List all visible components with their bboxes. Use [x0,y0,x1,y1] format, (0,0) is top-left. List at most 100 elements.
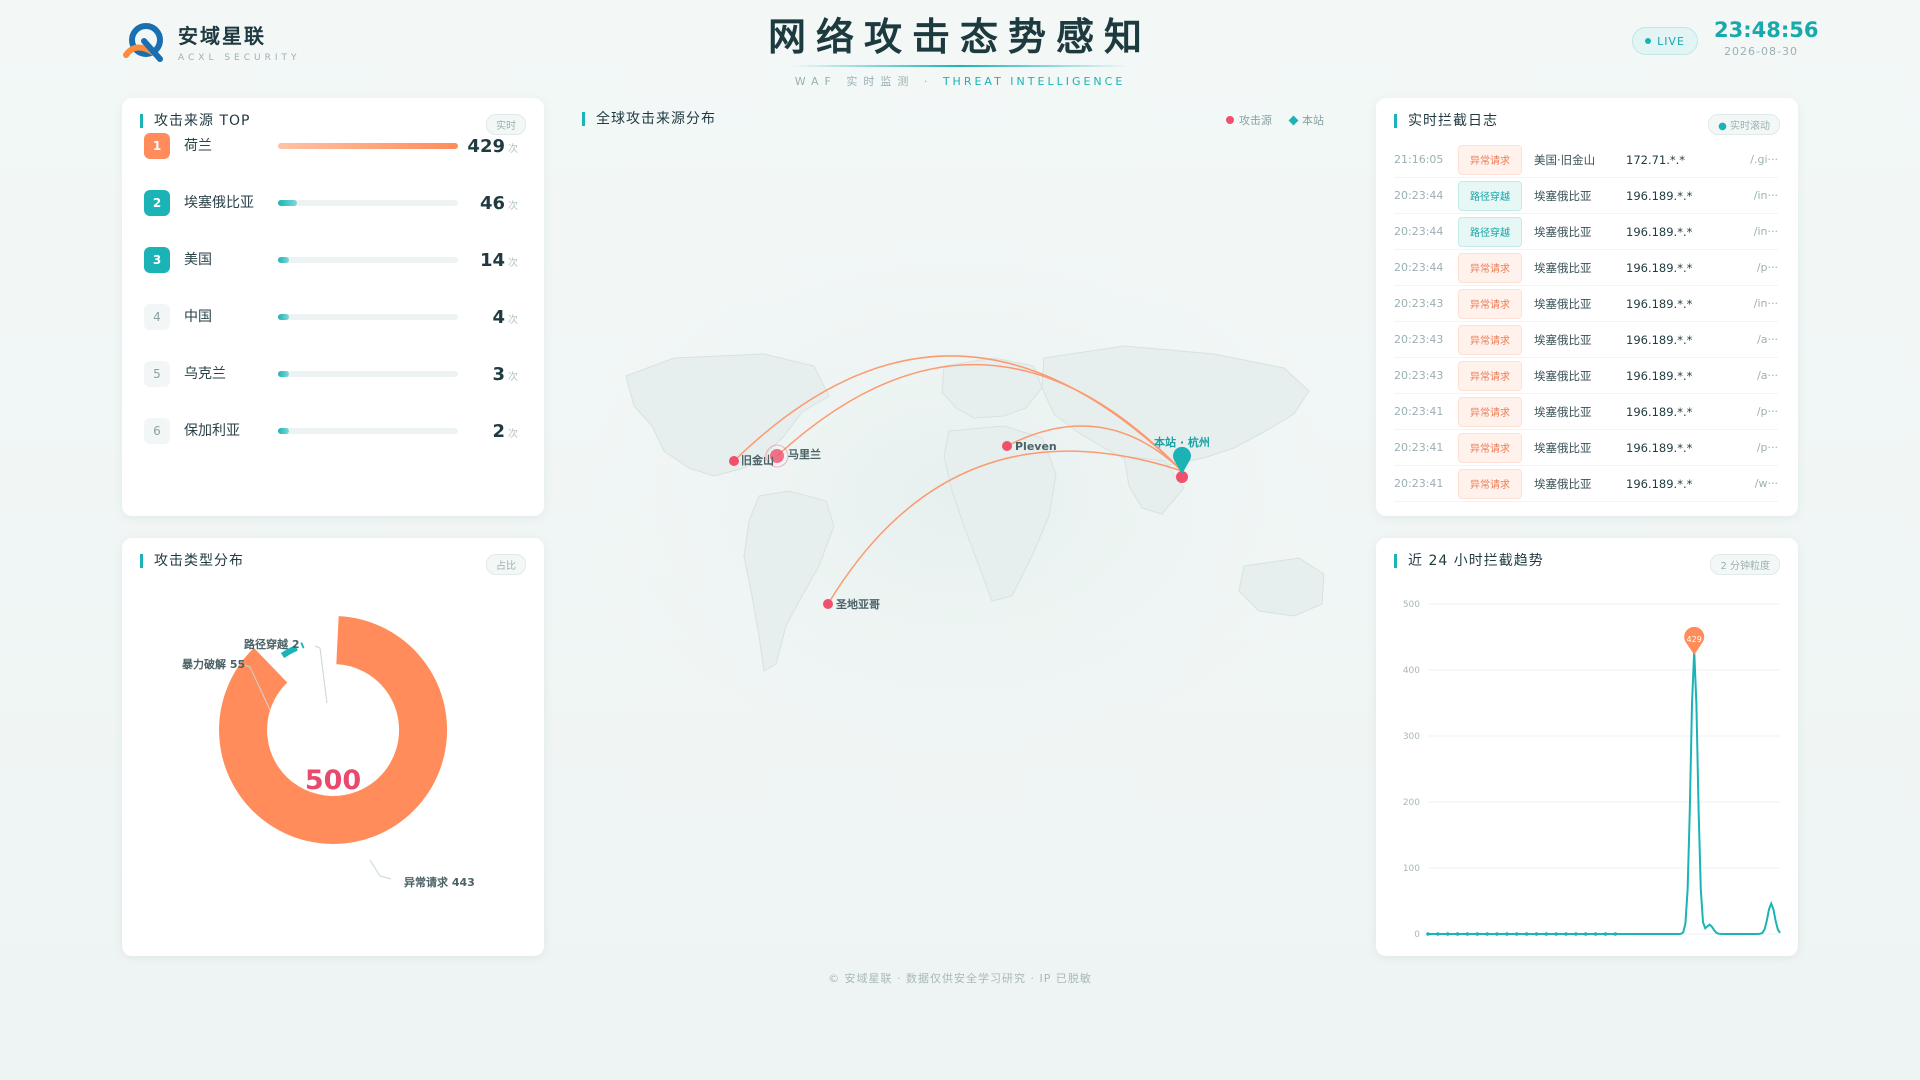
rank-count-value: 2 [492,420,505,442]
live-indicator: LIVE [1632,27,1698,55]
rank-bar-fill [278,371,289,377]
rank-row[interactable]: 2 埃塞俄比亚 46 次 [144,183,544,223]
trend-chart: 0 100 200 300 400 500 429 [1403,600,1781,940]
log-row[interactable]: 20:23:41 异常请求 埃塞俄比亚 196.189.*.* /p··· [1394,394,1778,430]
donut-label-brute: 暴力破解 55 [181,657,245,671]
rank-name: 中国 [184,309,212,325]
log-row[interactable]: 20:23:43 异常请求 埃塞俄比亚 196.189.*.* /in··· [1394,286,1778,322]
log-path: /p··· [1756,261,1778,274]
rank-count-unit: 次 [508,428,518,440]
clock-time: 23:48:56 [1714,18,1819,42]
rank-bar-fill [278,257,289,263]
log-time: 20:23:44 [1394,261,1444,274]
rank-name: 保加利亚 [184,423,240,439]
rank-badge: 1 [144,133,170,159]
log-row[interactable]: 20:23:41 异常请求 埃塞俄比亚 196.189.*.* /p··· [1394,430,1778,466]
rank-row[interactable]: 3 美国 14 次 [144,240,544,280]
rank-bar-track [278,257,458,263]
rank-badge: 6 [144,418,170,444]
rank-name: 美国 [184,252,212,268]
log-row[interactable]: 20:23:44 路径穿越 埃塞俄比亚 196.189.*.* /in··· [1394,214,1778,250]
attack-types-donut: 500 路径穿越 2 暴力破解 55 异常请求 443 [181,616,475,889]
rank-count: 4次 [458,307,518,328]
rank-row[interactable]: 1 荷兰 429 次 [144,126,544,166]
world-map[interactable]: 旧金山 马里兰 Pleven 圣地亚哥 本站 · 杭州 [564,96,1354,816]
rank-name: 埃塞俄比亚 [184,195,254,211]
log-row[interactable]: 20:23:44 路径穿越 埃塞俄比亚 196.189.*.* /in··· [1394,178,1778,214]
trend-point [1465,932,1470,936]
log-ip: 196.189.*.* [1626,260,1693,275]
log-path: /a··· [1757,369,1778,382]
page-header: 网络攻击态势感知 WAF 实时监测 · THREAT INTELLIGENCE [0,6,1920,89]
donut-total: 500 [305,765,361,796]
label-line-path [314,645,328,704]
log-path: /w··· [1754,477,1778,490]
page-subtitle: WAF 实时监测 · THREAT INTELLIGENCE [0,73,1920,89]
log-path: /p··· [1756,405,1778,418]
y-tick-label: 400 [1403,666,1420,676]
footer: © 安域星联 · 数据仅供安全学习研究 · IP 已脱敏 [0,970,1920,986]
rank-count-unit: 次 [508,314,518,326]
marker-sf[interactable] [729,456,739,466]
trend-point [1426,932,1430,936]
marker-santiago[interactable] [823,599,833,609]
rank-count-unit: 次 [508,371,518,383]
log-type-badge: 路径穿越 [1458,216,1522,247]
log-time: 20:23:43 [1394,297,1444,310]
rank-count: 3次 [458,364,518,385]
y-tick-label: 100 [1403,864,1420,874]
log-type-badge: 路径穿越 [1458,180,1522,211]
log-type-badge: 异常请求 [1458,288,1522,319]
marker-pleven[interactable] [1002,441,1012,451]
log-time: 21:16:05 [1394,153,1444,166]
rank-count: 2次 [458,421,518,442]
rank-row[interactable]: 5 乌克兰 3 次 [144,354,544,394]
trend-point [1436,932,1440,936]
log-source: 美国·旧金山 [1534,152,1596,167]
log-source: 埃塞俄比亚 [1534,440,1592,455]
log-time: 20:23:41 [1394,405,1444,418]
rank-name: 乌克兰 [184,366,226,382]
label-line-anom [369,859,392,880]
rank-count-unit: 次 [508,143,518,155]
log-time: 20:23:41 [1394,441,1444,454]
log-ip: 196.189.*.* [1626,188,1693,203]
log-time: 20:23:44 [1394,189,1444,202]
trend-point [1583,932,1588,936]
trend-point [1475,932,1480,936]
trend-point [1564,932,1568,936]
log-source: 埃塞俄比亚 [1534,188,1592,203]
clock: 23:48:56 2026-08-30 [1714,18,1819,58]
rank-count-value: 3 [492,363,505,385]
city-hangzhou: 本站 · 杭州 [1154,435,1210,449]
log-row[interactable]: 20:23:43 异常请求 埃塞俄比亚 196.189.*.* /a··· [1394,322,1778,358]
log-row[interactable]: 20:23:41 异常请求 埃塞俄比亚 196.189.*.* /w··· [1394,466,1778,502]
log-list[interactable]: 21:16:05 异常请求 美国·旧金山 172.71.*.*/.gi··· 20:23… [1376,142,1798,504]
peak-label: 429 [1687,635,1702,644]
donut-slice-pathtraversal [300,642,305,649]
log-ip: 196.189.*.* [1626,440,1693,455]
rank-bar-fill [278,200,298,206]
log-row[interactable]: 21:16:05 异常请求 美国·旧金山 172.71.*.* /.gi··· [1394,142,1778,178]
attack-types-panel: 攻击类型分布 占比 500 路径穿越 2 暴力破解 55 异常请求 443 [122,538,544,956]
log-type-badge: 异常请求 [1458,324,1522,355]
trend-point [1445,932,1450,936]
log-ip: 196.189.*.* [1626,332,1693,347]
rank-row[interactable]: 6 保加利亚 2 次 [144,411,544,451]
log-path: /in··· [1753,189,1778,202]
log-row[interactable]: 20:23:44 异常请求 埃塞俄比亚 196.189.*.* /p··· [1394,250,1778,286]
log-ip: 196.189.*.* [1626,224,1693,239]
log-source: 埃塞俄比亚 [1534,224,1592,239]
y-tick-label: 300 [1403,732,1420,742]
y-tick-label: 500 [1403,600,1420,610]
log-source: 埃塞俄比亚 [1534,332,1592,347]
log-tag-label: 实时滚动 [1730,121,1770,132]
trend-point [1455,932,1460,936]
donut-label-path: 路径穿越 2 [244,637,299,651]
rank-row[interactable]: 4 中国 4 次 [144,297,544,337]
rank-badge: 3 [144,247,170,273]
title-underline [790,65,1130,67]
trend-point [1524,932,1529,936]
rank-count: 46 次 [458,193,518,214]
log-row[interactable]: 20:23:43 异常请求 埃塞俄比亚 196.189.*.* /a··· [1394,358,1778,394]
